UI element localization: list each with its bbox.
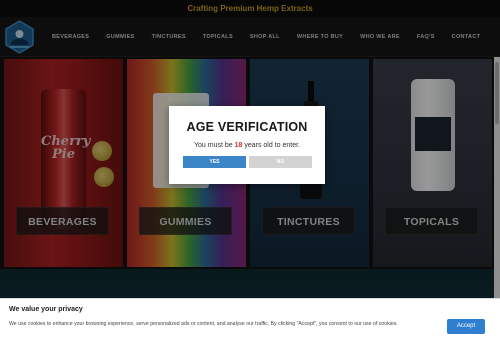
age-verification-modal: AGE VERIFICATION You must be 18 years ol… — [169, 106, 325, 184]
yes-button[interactable]: YES — [183, 156, 246, 168]
no-button[interactable]: NO — [249, 156, 312, 168]
cookie-text: We use cookies to enhance your browsing … — [9, 321, 398, 327]
age-message-after: years old to enter. — [242, 142, 300, 149]
accept-cookies-button[interactable]: Accept — [447, 319, 485, 334]
cookie-banner: We value your privacy We use cookies to … — [0, 298, 500, 348]
age-message-before: You must be — [194, 142, 235, 149]
cookie-title: We value your privacy — [9, 306, 83, 313]
age-verification-title: AGE VERIFICATION — [186, 120, 308, 134]
age-verification-message: You must be 18 years old to enter. — [169, 142, 325, 149]
